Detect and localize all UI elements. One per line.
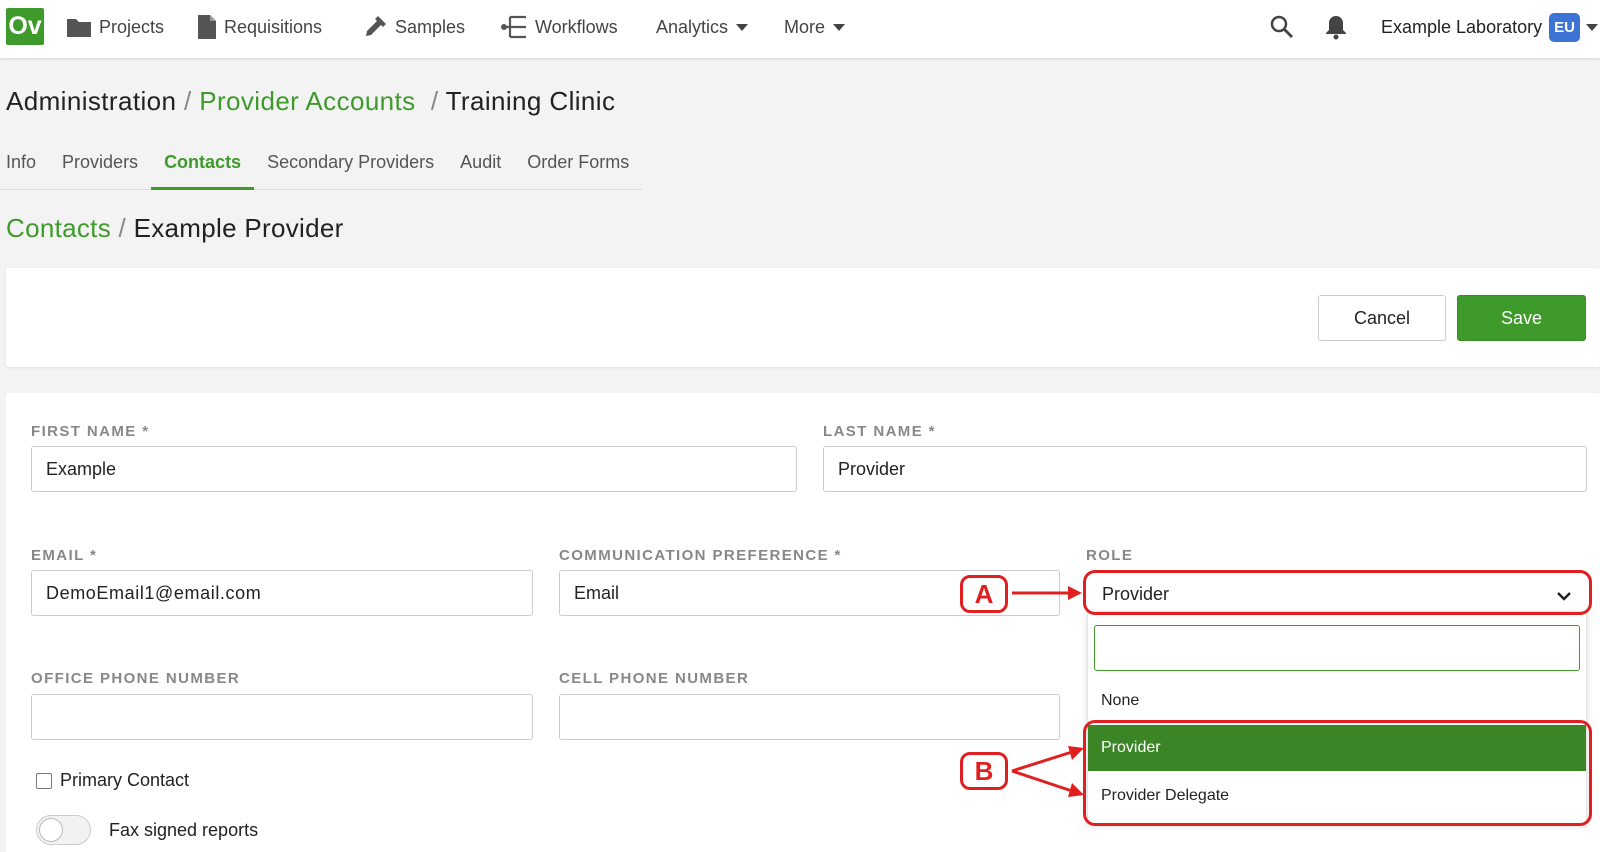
nav-analytics[interactable]: Analytics <box>656 0 749 54</box>
breadcrumb-current: Training Clinic <box>445 86 616 116</box>
nav-more-label: More <box>784 16 826 37</box>
breadcrumb-separator: / <box>183 86 192 116</box>
caret-down-icon <box>833 23 846 31</box>
office-phone-label: OFFICE PHONE NUMBER <box>31 670 241 687</box>
lab-switcher[interactable]: Example Laboratory EU <box>1381 0 1599 54</box>
first-name-input[interactable] <box>31 446 797 492</box>
top-navigation-bar: Ov Projects Requisitions Samples Workflo… <box>0 0 1600 58</box>
annotation-marker-b: B <box>960 752 1008 790</box>
nav-requisitions-label: Requisitions <box>224 16 323 37</box>
tab-providers[interactable]: Providers <box>49 150 152 190</box>
caret-down-icon <box>1586 23 1599 31</box>
cancel-button[interactable]: Cancel <box>1318 295 1446 341</box>
caret-down-icon <box>736 23 749 31</box>
save-button[interactable]: Save <box>1457 295 1586 341</box>
breadcrumb: Administration / Provider Accounts / Tra… <box>6 86 615 117</box>
primary-contact-checkbox[interactable] <box>36 772 52 789</box>
primary-contact-row: Primary Contact <box>36 770 189 791</box>
fax-signed-reports-row: Fax signed reports <box>36 815 258 845</box>
nav-samples-label: Samples <box>395 16 466 37</box>
communication-preference-value: Email <box>574 582 620 603</box>
contacts-link[interactable]: Contacts <box>6 213 111 243</box>
breadcrumb-separator: / <box>423 86 439 116</box>
office-phone-input[interactable] <box>31 694 533 740</box>
lab-badge: EU <box>1549 12 1581 42</box>
pipette-icon <box>366 16 386 36</box>
nav-requisitions[interactable]: Requisitions <box>197 0 322 54</box>
last-name-label: LAST NAME * <box>823 423 936 440</box>
search-icon[interactable] <box>1269 14 1295 40</box>
workflow-icon <box>501 15 526 39</box>
cell-phone-label: CELL PHONE NUMBER <box>559 670 750 687</box>
communication-preference-label: COMMUNICATION PREFERENCE * <box>559 547 842 564</box>
document-icon <box>198 15 216 39</box>
contact-name-title: Example Provider <box>133 213 344 243</box>
tab-order-forms[interactable]: Order Forms <box>514 150 643 190</box>
annotation-highlight-role-select <box>1083 570 1592 615</box>
nav-samples[interactable]: Samples <box>362 0 465 54</box>
email-label: EMAIL * <box>31 547 98 564</box>
first-name-label: FIRST NAME * <box>31 423 150 440</box>
nav-more[interactable]: More <box>784 0 846 54</box>
last-name-input[interactable] <box>823 446 1587 492</box>
tab-contacts[interactable]: Contacts <box>151 150 255 190</box>
role-label: ROLE <box>1086 547 1134 564</box>
breadcrumb-separator: / <box>118 213 127 243</box>
contact-breadcrumb: Contacts / Example Provider <box>6 213 344 244</box>
nav-workflows[interactable]: Workflows <box>500 0 618 54</box>
breadcrumb-provider-accounts[interactable]: Provider Accounts <box>199 86 415 116</box>
role-option-none[interactable]: None <box>1088 678 1586 724</box>
tab-secondary-providers[interactable]: Secondary Providers <box>254 150 448 190</box>
email-input[interactable] <box>31 570 533 616</box>
breadcrumb-root: Administration <box>6 86 177 116</box>
nav-analytics-label: Analytics <box>656 16 729 37</box>
role-search-input[interactable] <box>1094 625 1580 671</box>
nav-projects-label: Projects <box>99 16 165 37</box>
folder-icon <box>67 19 91 37</box>
primary-contact-label: Primary Contact <box>60 770 190 790</box>
fax-signed-reports-toggle[interactable] <box>36 815 91 845</box>
app-logo[interactable]: Ov <box>6 8 44 45</box>
lab-name: Example Laboratory <box>1381 16 1543 37</box>
nav-workflows-label: Workflows <box>535 16 618 37</box>
toggle-knob <box>39 818 63 842</box>
annotation-highlight-role-options <box>1083 720 1592 826</box>
bell-icon[interactable] <box>1324 14 1348 40</box>
annotation-marker-a: A <box>960 575 1008 613</box>
nav-projects[interactable]: Projects <box>66 0 164 54</box>
tab-info[interactable]: Info <box>0 150 50 190</box>
cell-phone-input[interactable] <box>559 694 1060 740</box>
fax-signed-reports-label: Fax signed reports <box>109 819 259 840</box>
tab-audit[interactable]: Audit <box>447 150 515 190</box>
tab-bar: Info Providers Contacts Secondary Provid… <box>0 150 643 190</box>
